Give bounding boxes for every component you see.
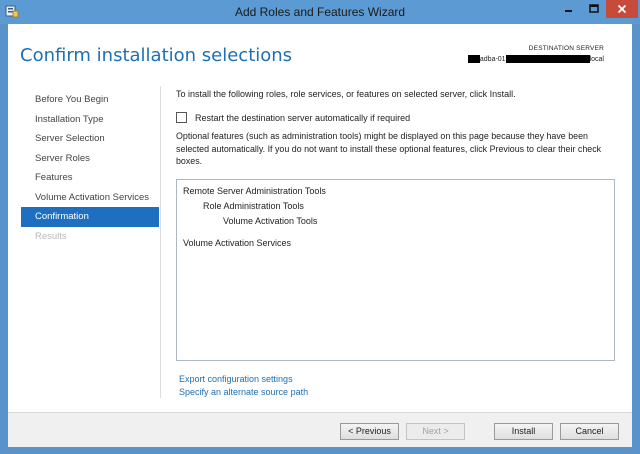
- list-item: Volume Activation Tools: [223, 216, 318, 226]
- restart-checkbox[interactable]: [176, 112, 187, 123]
- list-item: Remote Server Administration Tools: [183, 186, 326, 196]
- nav-item-server-roles[interactable]: Server Roles: [21, 149, 159, 169]
- destination-server-part: adba-01: [479, 55, 506, 63]
- export-configuration-link[interactable]: Export configuration settings: [179, 374, 293, 384]
- nav-item-server-selection[interactable]: Server Selection: [21, 129, 159, 149]
- alternate-source-link[interactable]: Specify an alternate source path: [179, 387, 308, 397]
- close-icon: [617, 4, 627, 14]
- nav-item-installation-type[interactable]: Installation Type: [21, 110, 159, 130]
- optional-features-note: Optional features (such as administratio…: [176, 131, 602, 166]
- wizard-nav: Before You Begin Installation Type Serve…: [21, 90, 159, 246]
- nav-item-volume-activation-services[interactable]: Volume Activation Services: [21, 188, 159, 208]
- cancel-button[interactable]: Cancel: [560, 423, 619, 440]
- minimize-icon: [564, 10, 572, 12]
- nav-item-features[interactable]: Features: [21, 168, 159, 188]
- nav-item-before-you-begin[interactable]: Before You Begin: [21, 90, 159, 110]
- previous-button[interactable]: < Previous: [340, 423, 399, 440]
- install-button[interactable]: Install: [494, 423, 553, 440]
- redaction-bar: [505, 55, 590, 63]
- destination-server-label: DESTINATION SERVER: [528, 45, 604, 52]
- nav-item-results: Results: [35, 230, 67, 242]
- list-item: Role Administration Tools: [203, 201, 304, 211]
- wizard-client-area: Confirm installation selections DESTINAT…: [8, 24, 632, 447]
- minimize-button[interactable]: [556, 0, 581, 18]
- title-bar: Add Roles and Features Wizard: [0, 0, 640, 24]
- maximize-icon: [588, 4, 599, 13]
- restart-checkbox-label[interactable]: Restart the destination server automatic…: [195, 113, 410, 123]
- selections-list[interactable]: Remote Server Administration Tools Role …: [176, 179, 615, 361]
- redaction-bar: [467, 55, 480, 63]
- nav-item-confirmation[interactable]: Confirmation: [21, 207, 159, 227]
- close-button[interactable]: [606, 0, 638, 18]
- window-title: Add Roles and Features Wizard: [234, 5, 406, 19]
- intro-text: To install the following roles, role ser…: [176, 89, 516, 99]
- nav-divider: [160, 86, 161, 398]
- restart-checkbox-row[interactable]: Restart the destination server automatic…: [176, 112, 410, 123]
- maximize-button[interactable]: [581, 0, 606, 18]
- destination-server-name: adba-01 local: [467, 55, 604, 63]
- list-item: Volume Activation Services: [183, 238, 292, 248]
- next-button: Next >: [406, 423, 465, 440]
- button-bar: < Previous Next > Install Cancel: [8, 412, 632, 447]
- destination-server-part: local: [589, 55, 604, 63]
- page-title: Confirm installation selections: [20, 45, 293, 66]
